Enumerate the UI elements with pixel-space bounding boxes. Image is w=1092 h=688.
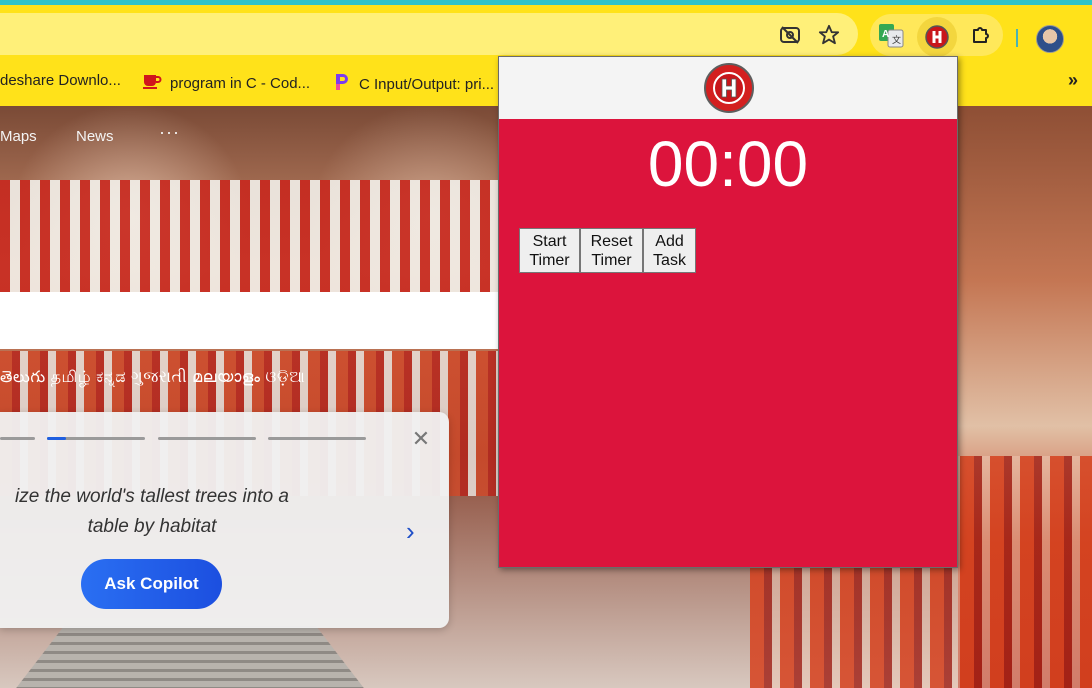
search-strip[interactable] [0,292,500,349]
nav-maps[interactable]: Maps [0,128,37,145]
close-icon[interactable]: ✕ [410,426,432,451]
toolbar-divider [1016,29,1018,47]
bookmark-item[interactable]: deshare Downlo... [0,72,121,89]
svg-text:文: 文 [892,34,901,45]
card-progress-segment [158,437,256,440]
programiz-logo-icon [333,72,351,96]
card-progress-segment [268,437,366,440]
bookmark-label: deshare Downlo... [0,72,121,89]
timer-display: 00:00 [647,128,809,200]
coffee-cup-icon [142,72,162,94]
language-links[interactable]: తెలుగు தமிழ் ಕನ್ನಡ ગુજરાતી മലയാളം ଓଡ଼ିଆ [0,368,305,390]
bookmarks-overflow-icon[interactable]: » [1068,70,1078,91]
reset-timer-button[interactable]: Reset Timer [580,228,643,273]
nav-more-icon[interactable]: ··· [159,122,180,143]
profile-avatar[interactable] [1036,25,1064,53]
bookmark-label: program in C - Cod... [170,74,311,92]
timer-extension-icon[interactable] [923,23,951,51]
tracking-protection-icon[interactable] [776,21,804,49]
bookmark-item[interactable]: C Input/Output: pri... [333,72,494,96]
card-progress-segment [0,437,35,440]
svg-text:A: A [882,29,889,40]
ask-copilot-button[interactable]: Ask Copilot [81,559,222,609]
start-timer-button[interactable]: Start Timer [519,228,580,273]
bookmark-label: C Input/Output: pri... [359,75,495,93]
suggestion-text: ize the world's tallest trees into a tab… [15,486,289,537]
bookmark-item[interactable]: program in C - Cod... [142,72,310,94]
h-logo-icon [704,63,754,113]
toolbar: A文 [0,5,1092,57]
copilot-suggestion-card: ✕ ize the world's tallest trees into a t… [0,412,449,628]
extension-popup: 00:00 Start Timer Reset Timer Add Task [498,56,958,568]
background-garland [0,180,500,294]
card-progress-fill [47,437,66,440]
popup-header [499,57,957,119]
add-task-button[interactable]: Add Task [643,228,696,273]
extensions-puzzle-icon[interactable] [968,21,996,49]
nav-news[interactable]: News [76,128,114,145]
card-progress-segment-active [47,437,145,440]
translate-extension-icon[interactable]: A文 [877,21,905,49]
background-temple [10,626,370,688]
address-bar[interactable] [0,13,858,55]
chevron-right-icon[interactable]: › [406,516,415,547]
bookmark-star-icon[interactable] [815,21,843,49]
